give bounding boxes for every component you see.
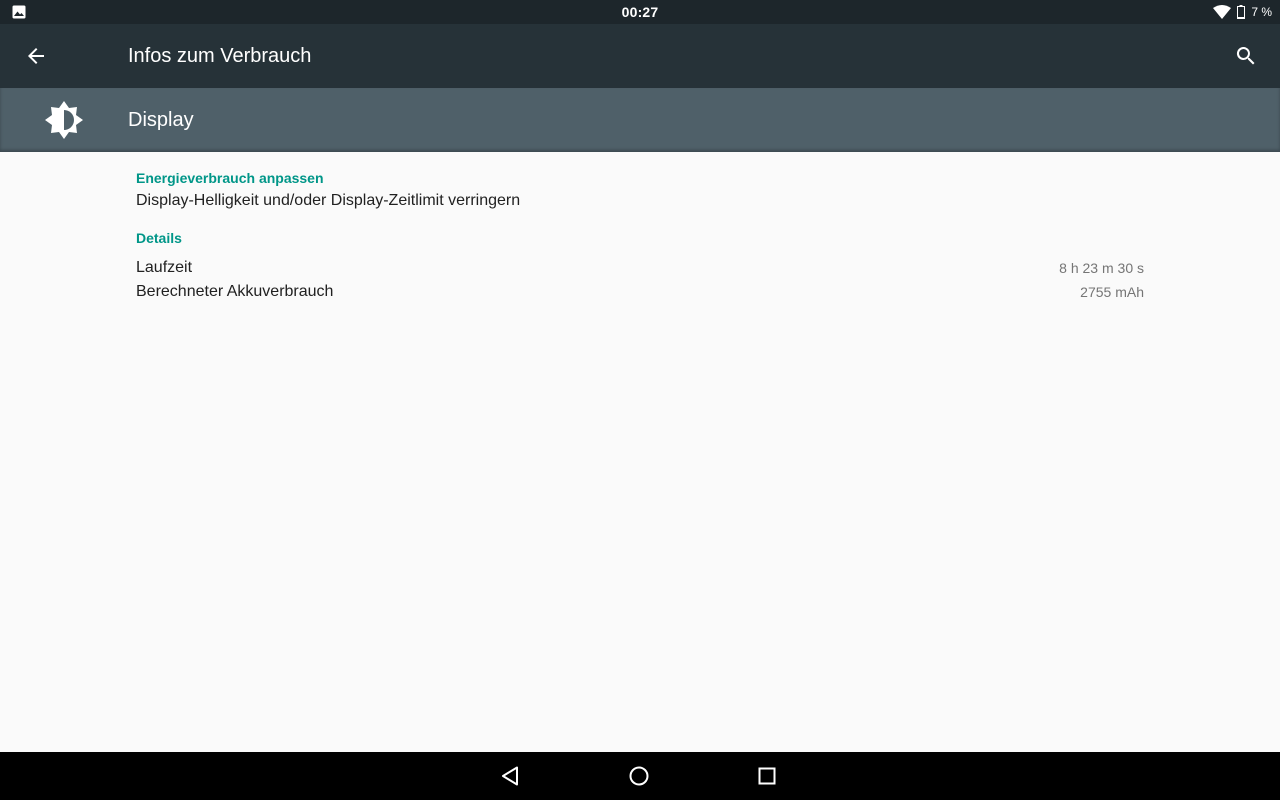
arrow-left-icon[interactable] bbox=[24, 44, 48, 68]
detail-value: 2755 mAh bbox=[1080, 284, 1144, 300]
wifi-icon bbox=[1213, 5, 1232, 19]
status-icons: 7 % bbox=[1213, 3, 1272, 21]
status-bar: 00:27 7 % bbox=[0, 0, 1280, 24]
battery-percent: 7 % bbox=[1251, 5, 1272, 19]
content-area: Energieverbrauch anpassen Display-Hellig… bbox=[0, 152, 1280, 752]
detail-row-runtime: Laufzeit 8 h 23 m 30 s bbox=[136, 257, 1144, 279]
section-header-details: Details bbox=[136, 230, 182, 246]
home-circle-icon[interactable] bbox=[627, 764, 651, 788]
header-title: Display bbox=[128, 109, 194, 131]
navigation-bar bbox=[0, 752, 1280, 800]
section-header-optimize: Energieverbrauch anpassen bbox=[136, 170, 324, 186]
app-header: Display bbox=[0, 88, 1280, 152]
detail-label: Berechneter Akkuverbrauch bbox=[136, 283, 334, 300]
back-triangle-icon[interactable] bbox=[499, 764, 523, 788]
brightness-icon bbox=[45, 101, 83, 139]
search-icon[interactable] bbox=[1234, 44, 1258, 68]
detail-label: Laufzeit bbox=[136, 259, 193, 276]
detail-value: 8 h 23 m 30 s bbox=[1059, 260, 1144, 276]
app-toolbar: Infos zum Verbrauch bbox=[0, 24, 1280, 88]
recents-square-icon[interactable] bbox=[755, 764, 779, 788]
page-title: Infos zum Verbrauch bbox=[128, 45, 312, 67]
optimize-item[interactable]: Display-Helligkeit und/oder Display-Zeit… bbox=[136, 192, 520, 210]
status-clock: 00:27 bbox=[621, 4, 659, 20]
detail-row-battery-usage: Berechneter Akkuverbrauch 2755 mAh bbox=[136, 281, 1144, 303]
battery-icon bbox=[1237, 5, 1246, 19]
